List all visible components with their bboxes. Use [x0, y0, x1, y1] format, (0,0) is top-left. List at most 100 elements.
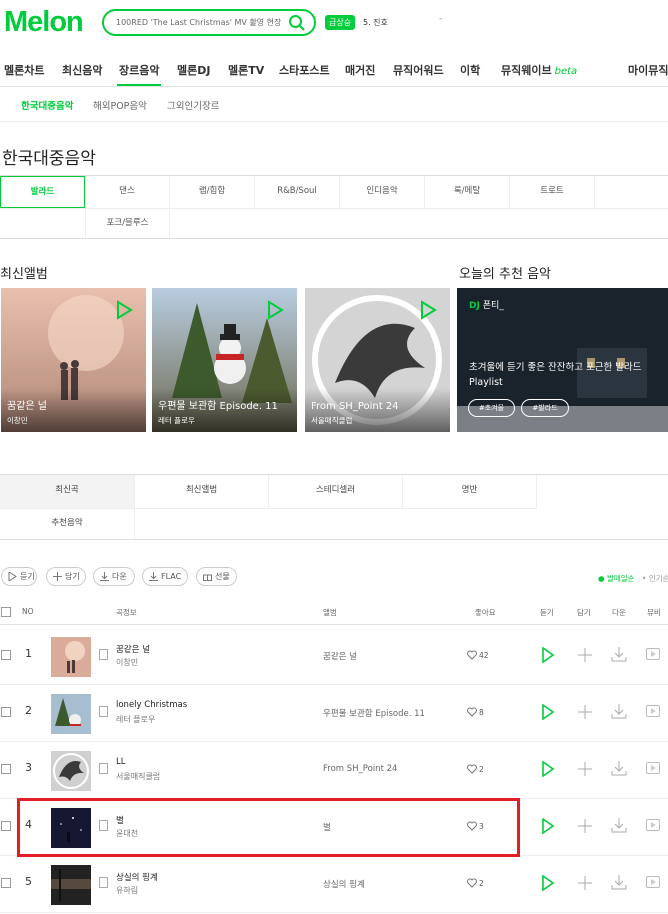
song-album[interactable]: 꿈같은 널	[323, 650, 357, 662]
tab-new-albums[interactable]: 최신앨범	[135, 475, 269, 508]
genre-rock[interactable]: 록/메탈	[425, 176, 510, 208]
album-card[interactable]: From SH_Point 24 서울매직클럽	[305, 288, 450, 432]
plus-icon[interactable]	[578, 705, 592, 719]
play-icon[interactable]	[541, 818, 555, 834]
mv-icon[interactable]	[646, 705, 660, 717]
select-all-checkbox[interactable]	[1, 607, 11, 617]
sort-popularity[interactable]: • 인기순	[642, 573, 668, 584]
song-album[interactable]: 우편물 보관함 Episode. 11	[323, 707, 425, 719]
song-title[interactable]: lonely Christmas	[116, 700, 187, 710]
album-artist[interactable]: 이창민	[7, 415, 28, 426]
heart-icon[interactable]	[467, 764, 477, 774]
heart-icon[interactable]	[467, 707, 477, 717]
genre-hiphop[interactable]: 랩/힙합	[170, 176, 255, 208]
nav-melon-dj[interactable]: 멜론DJ	[177, 62, 210, 78]
play-icon[interactable]	[541, 875, 555, 891]
mv-icon[interactable]	[646, 648, 660, 660]
tag-early-winter[interactable]: #초겨울	[468, 399, 515, 417]
dj-name[interactable]: 폰티_	[483, 301, 504, 311]
genre-rnb[interactable]: R&B/Soul	[255, 176, 340, 208]
row-checkbox[interactable]	[1, 707, 11, 717]
nav-star-post[interactable]: 스타포스트	[279, 62, 330, 78]
song-info-icon[interactable]	[99, 649, 108, 660]
play-icon[interactable]	[265, 300, 285, 320]
plus-icon[interactable]	[578, 819, 592, 833]
album-thumbnail[interactable]	[51, 751, 91, 791]
search-icon[interactable]	[288, 14, 306, 32]
download-icon[interactable]	[611, 817, 627, 833]
subnav-other-genres[interactable]: 그외인기장르	[167, 98, 219, 112]
download-icon[interactable]	[611, 874, 627, 890]
play-icon[interactable]	[114, 300, 134, 320]
mv-icon[interactable]	[646, 819, 660, 831]
plus-icon[interactable]	[578, 762, 592, 776]
genre-dance[interactable]: 댄스	[85, 176, 170, 208]
genre-ballad[interactable]: 발라드	[0, 176, 85, 208]
download-icon[interactable]	[611, 646, 627, 662]
row-checkbox[interactable]	[1, 878, 11, 888]
subnav-pop[interactable]: 해외POP음악	[93, 98, 147, 112]
flac-button[interactable]: FLAC	[142, 567, 188, 586]
heart-icon[interactable]	[467, 650, 477, 660]
nav-melon-tv[interactable]: 멜론TV	[228, 62, 264, 78]
play-icon[interactable]	[541, 647, 555, 663]
genre-folk[interactable]: 포크/블루스	[85, 208, 170, 240]
add-button[interactable]: 담기	[46, 567, 86, 586]
search-box[interactable]: 100RED 'The Last Christmas' MV 촬영 현장	[102, 9, 316, 36]
play-icon[interactable]	[541, 704, 555, 720]
nav-new-music[interactable]: 최신음악	[62, 62, 102, 78]
download-button[interactable]: 다운	[93, 567, 135, 586]
heart-icon[interactable]	[467, 878, 477, 888]
nav-study[interactable]: 이학	[460, 62, 480, 78]
nav-my-music[interactable]: 마이뮤직	[628, 62, 668, 78]
play-icon[interactable]	[418, 300, 438, 320]
sort-release-date[interactable]: ● 발매일순	[598, 573, 635, 584]
recommend-playlist-card[interactable]: DJ 폰티_ 초겨울에 듣기 좋은 잔잔하고 포근한 발라드 Playlist …	[457, 288, 668, 432]
tab-steady-seller[interactable]: 스테디셀러	[269, 475, 403, 508]
subnav-korean[interactable]: 한국대중음악	[21, 98, 73, 112]
genre-indie[interactable]: 인디음악	[340, 176, 425, 208]
mv-icon[interactable]	[646, 762, 660, 774]
trending-keyword[interactable]: 5. 진호	[363, 17, 388, 28]
album-artist[interactable]: 서울매직클럽	[311, 415, 352, 426]
song-artist[interactable]: 레터 플로우	[116, 714, 155, 725]
album-artist[interactable]: 레터 플로우	[158, 415, 195, 426]
album-thumbnail[interactable]	[51, 637, 91, 677]
play-icon[interactable]	[541, 761, 555, 777]
song-album[interactable]: From SH_Point 24	[323, 764, 397, 774]
song-info-icon[interactable]	[99, 763, 108, 774]
genre-trot[interactable]: 트로트	[510, 176, 595, 208]
row-checkbox[interactable]	[1, 650, 11, 660]
song-artist[interactable]: 유하림	[116, 885, 138, 896]
playlist-description[interactable]: 초겨울에 듣기 좋은 잔잔하고 포근한 발라드 Playlist	[469, 360, 668, 390]
album-title[interactable]: From SH_Point 24	[311, 401, 399, 412]
album-title[interactable]: 꿈같은 널	[7, 397, 47, 412]
row-checkbox[interactable]	[1, 821, 11, 831]
tab-classic-albums[interactable]: 명반	[403, 475, 537, 508]
album-title[interactable]: 우편물 보관함 Episode. 11	[158, 397, 278, 412]
song-info-icon[interactable]	[99, 877, 108, 888]
melon-logo[interactable]: Melon	[4, 6, 84, 39]
song-artist[interactable]: 이창민	[116, 657, 138, 668]
plus-icon[interactable]	[578, 648, 592, 662]
tab-recommended[interactable]: 추천음악	[0, 508, 135, 541]
nav-magazine[interactable]: 매거진	[345, 62, 375, 78]
album-card[interactable]: 우편물 보관함 Episode. 11 레터 플로우	[152, 288, 297, 432]
album-thumbnail[interactable]	[51, 865, 91, 905]
download-icon[interactable]	[611, 703, 627, 719]
listen-button[interactable]: 듣기	[1, 567, 37, 586]
search-input[interactable]: 100RED 'The Last Christmas' MV 촬영 현장	[116, 17, 281, 28]
song-artist[interactable]: 서울매직클럽	[116, 771, 160, 782]
plus-icon[interactable]	[578, 876, 592, 890]
nav-music-award[interactable]: 뮤직어워드	[393, 62, 444, 78]
song-title[interactable]: 상실의 핑계	[116, 871, 158, 883]
mv-icon[interactable]	[646, 876, 660, 888]
album-thumbnail[interactable]	[51, 694, 91, 734]
row-checkbox[interactable]	[1, 764, 11, 774]
nav-music-wave[interactable]: 뮤직웨이브 beta	[501, 62, 577, 78]
gift-button[interactable]: 선물	[196, 567, 237, 586]
album-card[interactable]: 꿈같은 널 이창민	[1, 288, 146, 432]
song-title[interactable]: LL	[116, 757, 125, 767]
nav-melon-chart[interactable]: 멜론차트	[4, 62, 44, 78]
nav-genre-music[interactable]: 장르음악	[119, 62, 159, 78]
